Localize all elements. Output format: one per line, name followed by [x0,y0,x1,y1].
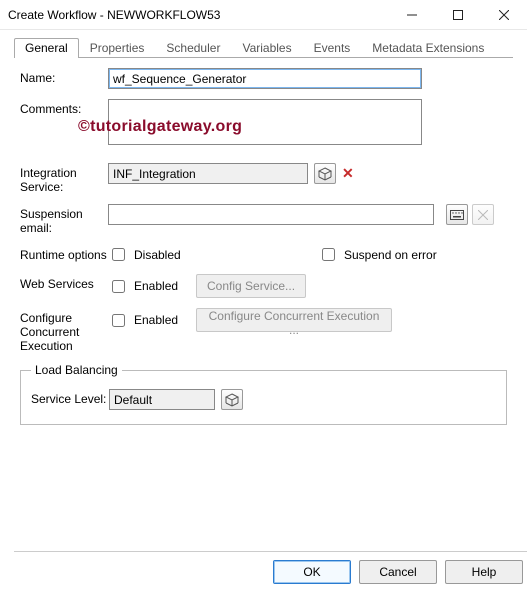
ok-button[interactable]: OK [273,560,351,584]
close-button[interactable] [481,0,527,30]
clear-email-button[interactable] [472,204,494,225]
cancel-button[interactable]: Cancel [359,560,437,584]
config-concurrent-button: Configure Concurrent Execution ... [196,308,392,332]
help-button[interactable]: Help [445,560,523,584]
disabled-check-label: Disabled [134,248,181,262]
cc-enabled-label: Enabled [134,313,178,327]
tab-general[interactable]: General [14,38,79,58]
cc-enabled-checkbox[interactable] [112,314,125,327]
tab-events[interactable]: Events [303,38,362,58]
suspend-check-label: Suspend on error [344,248,437,262]
maximize-button[interactable] [435,0,481,30]
suspension-input[interactable] [108,204,434,225]
ws-enabled-label: Enabled [134,279,178,293]
config-service-button: Config Service... [196,274,306,298]
cube-icon [225,393,239,407]
suspend-checkbox[interactable] [322,248,335,261]
comments-textarea[interactable] [108,99,422,145]
runtime-label: Runtime options [20,245,108,262]
comments-label: Comments: [20,99,108,116]
close-icon [499,10,509,20]
clear-service-button[interactable]: ✕ [342,165,354,182]
minimize-icon [407,10,417,20]
disabled-checkbox[interactable] [112,248,125,261]
service-level-label: Service Level: [31,389,109,406]
tab-properties[interactable]: Properties [79,38,156,58]
integration-label: Integration Service: [20,163,108,194]
minimize-button[interactable] [389,0,435,30]
maximize-icon [453,10,463,20]
keyboard-icon [450,210,464,220]
tab-strip: General Properties Scheduler Variables E… [14,36,513,58]
dialog-buttons: OK Cancel Help [14,551,527,584]
tab-variables[interactable]: Variables [231,38,302,58]
x-icon [478,210,488,220]
browse-service-button[interactable] [314,163,336,184]
general-panel: Name: Comments: Integration Service: ✕ S… [0,58,527,425]
integration-input [108,163,308,184]
suspension-label: Suspension email: [20,204,108,235]
service-level-input [109,389,215,410]
name-label: Name: [20,68,108,85]
ws-enabled-checkbox[interactable] [112,280,125,293]
name-input[interactable] [108,68,422,89]
concurrent-label: Configure Concurrent Execution [20,308,108,353]
titlebar: Create Workflow - NEWWORKFLOW53 [0,0,527,30]
cube-icon [318,167,332,181]
browse-level-button[interactable] [221,389,243,410]
web-label: Web Services [20,274,108,291]
load-balancing-group: Load Balancing Service Level: [20,363,507,425]
tab-scheduler[interactable]: Scheduler [155,38,231,58]
email-format-button[interactable] [446,204,468,225]
load-balancing-legend: Load Balancing [31,363,122,377]
window-title: Create Workflow - NEWWORKFLOW53 [8,8,389,22]
tab-metadata[interactable]: Metadata Extensions [361,38,495,58]
